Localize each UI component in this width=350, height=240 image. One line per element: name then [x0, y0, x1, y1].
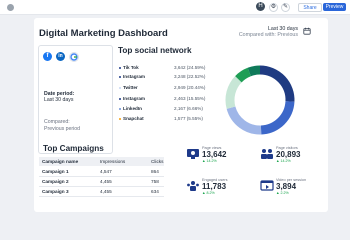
social-value: 2,949 (20.44%) — [174, 85, 206, 90]
metric-value: 3,894 — [276, 182, 297, 191]
metric-value: 20,893 — [276, 150, 301, 159]
social-name: Snapchat — [123, 116, 144, 121]
cell-campaign: Campaign 1 — [42, 169, 69, 174]
facebook-icon: f — [43, 52, 52, 61]
engaged-users-icon — [187, 181, 199, 191]
social-value: 3,248 (22.52%) — [174, 74, 206, 79]
table-row[interactable]: Campaign 2 4,455 758 — [39, 177, 164, 187]
metric-change: ▲ 2.2% — [276, 191, 289, 195]
page-title: Digital Marketing Dashboard — [39, 28, 168, 39]
donut-slice[interactable] — [260, 100, 295, 135]
social-value: 2,167 (6.66%) — [174, 106, 203, 111]
social-row: LinkedIn 2,167 (6.66%) — [119, 105, 217, 113]
metric-change: ▲ 14.2% — [276, 159, 291, 163]
metric-change: ▲ 8.2% — [202, 191, 215, 195]
avatar[interactable]: H — [256, 2, 265, 11]
cell-impressions: 4,455 — [100, 189, 112, 194]
social-name: LinkedIn — [123, 106, 142, 111]
share-button[interactable]: Share — [298, 3, 322, 12]
metric-change: ▲ 14.2% — [202, 159, 217, 163]
legend-dot — [119, 98, 121, 100]
video-icon — [260, 180, 274, 191]
legend-dot — [119, 108, 121, 110]
social-value: 2,463 (15.55%) — [174, 96, 206, 101]
compared-value: Previous period — [44, 126, 81, 132]
date-period-value: Last 30 days — [44, 97, 74, 103]
legend-dot — [119, 76, 121, 78]
cell-clicks: 864 — [151, 169, 159, 174]
cell-impressions: 4,547 — [100, 169, 112, 174]
page-views-icon — [187, 149, 199, 159]
legend-dot — [119, 87, 121, 89]
column-header[interactable]: Impressions — [100, 157, 125, 166]
linkedin-icon: in — [56, 52, 65, 61]
metric-value: 13,642 — [202, 150, 227, 159]
settings-icon[interactable]: ⚙ — [269, 3, 278, 12]
compared-label: Compared: — [44, 119, 70, 125]
column-header[interactable]: Clicks — [151, 157, 164, 166]
metric-page-views: Page views 13,642 ▲ 14.2% — [186, 146, 246, 166]
donut-slice[interactable] — [259, 65, 295, 102]
donut-slice[interactable] — [226, 106, 262, 135]
date-range-compared[interactable]: Compared with: Previous — [232, 32, 298, 38]
visitors-icon — [261, 149, 273, 159]
cell-clicks: 758 — [151, 179, 159, 184]
edit-icon[interactable]: ✎ — [281, 3, 290, 12]
social-row: Instagram 3,248 (22.52%) — [119, 73, 217, 81]
metric-video-per-session: Video per session 3,894 ▲ 2.2% — [260, 178, 320, 198]
column-header[interactable]: Campaign name — [42, 157, 78, 166]
calendar-icon[interactable] — [303, 27, 311, 35]
preview-button[interactable]: Preview — [323, 3, 346, 11]
table-row[interactable]: Campaign 3 4,455 634 — [39, 187, 164, 197]
legend-dot — [119, 118, 121, 120]
social-name: Tik Tok — [123, 65, 139, 70]
social-value: 3,642 (24.59%) — [174, 65, 206, 70]
social-section-title: Top social network — [118, 46, 192, 55]
social-name: Instagram — [123, 96, 145, 101]
app-logo-icon[interactable] — [7, 4, 14, 11]
donut-slice[interactable] — [225, 76, 242, 109]
cell-impressions: 4,455 — [100, 179, 112, 184]
social-value: 1,577 (5.55%) — [174, 116, 203, 121]
social-row: Snapchat 1,577 (5.55%) — [119, 115, 217, 123]
table-header-row: Campaign name Impressions Clicks — [39, 157, 164, 166]
cell-campaign: Campaign 3 — [42, 189, 69, 194]
social-row: Tik Tok 3,642 (24.59%) — [119, 64, 217, 72]
metric-page-visitors: Page visitors 20,893 ▲ 14.2% — [260, 146, 320, 166]
table-row[interactable]: Campaign 1 4,547 864 — [39, 167, 164, 177]
social-donut-chart — [225, 65, 295, 135]
metric-value: 11,783 — [202, 182, 227, 191]
cell-campaign: Campaign 2 — [42, 179, 69, 184]
donut-slice[interactable] — [235, 67, 252, 83]
legend-dot — [119, 67, 121, 69]
social-name: Instagram — [123, 74, 145, 79]
social-row: Twitter 2,949 (20.44%) — [119, 84, 217, 92]
dashboard-card: Digital Marketing Dashboard Last 30 days… — [34, 18, 328, 212]
metric-engaged-users: Engaged users 11,783 ▲ 8.2% — [186, 178, 246, 198]
google-icon — [69, 52, 79, 62]
filters-panel: f in Date period: Last 30 days Compared:… — [38, 45, 113, 154]
donut-slice[interactable] — [247, 65, 261, 77]
social-name: Twitter — [123, 85, 138, 90]
social-row: Instagram 2,463 (15.55%) — [119, 95, 217, 103]
campaigns-section-title: Top Campaigns — [43, 144, 104, 153]
cell-clicks: 634 — [151, 189, 159, 194]
top-bar: H ⚙ ✎ Share Preview — [0, 0, 350, 15]
